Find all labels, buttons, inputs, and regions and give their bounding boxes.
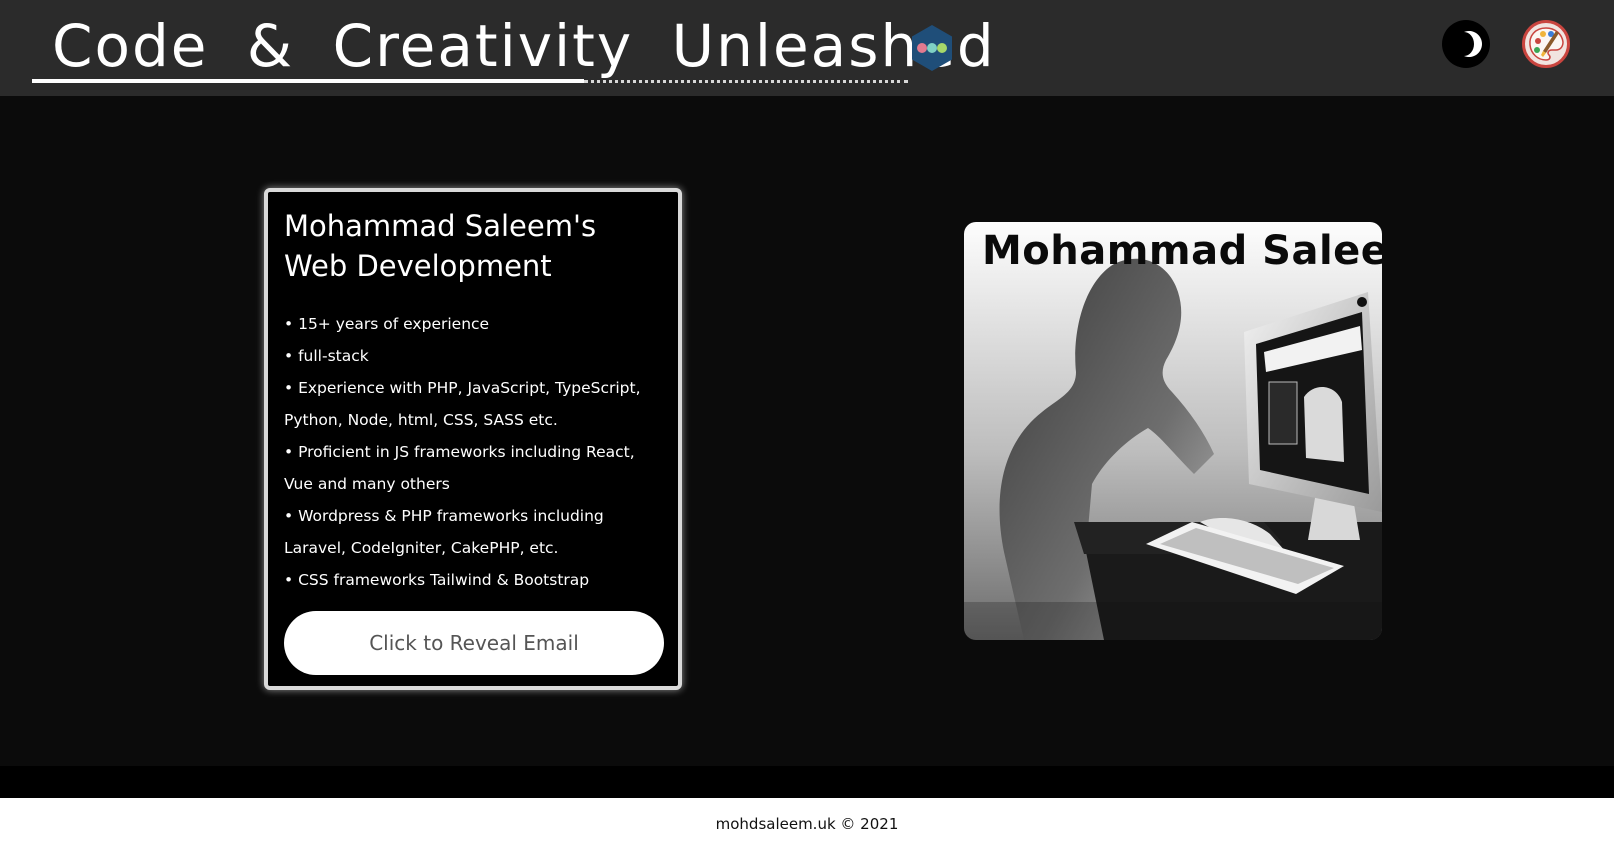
- coder-silhouette-image: [964, 222, 1382, 640]
- footer-divider: [0, 766, 1614, 798]
- list-item: Experience with PHP, JavaScript, TypeScr…: [284, 372, 664, 436]
- list-item: full-stack: [284, 340, 664, 372]
- skills-list: 15+ years of experience full-stack Exper…: [284, 308, 664, 596]
- list-item: CSS frameworks Tailwind & Bootstrap: [284, 564, 664, 596]
- site-title[interactable]: Code & Creativity Unleashed: [52, 10, 996, 82]
- title-underline-dotted: [584, 80, 908, 83]
- title-underline: [32, 79, 584, 83]
- hexagon-dots-icon[interactable]: [908, 24, 956, 72]
- list-item: 15+ years of experience: [284, 308, 664, 340]
- illustration-title: Mohammad Saleem: [982, 228, 1382, 274]
- reveal-email-button[interactable]: Click to Reveal Email: [284, 611, 664, 675]
- profile-illustration: Mohammad Saleem: [964, 222, 1382, 640]
- list-item: Proficient in JS frameworks including Re…: [284, 436, 664, 500]
- palette-button[interactable]: [1522, 20, 1570, 68]
- theme-toggle-button[interactable]: [1442, 20, 1490, 68]
- card-title: Mohammad Saleem's Web Development: [284, 209, 597, 283]
- site-footer: mohdsaleem.uk © 2021: [0, 798, 1614, 854]
- list-item: Wordpress & PHP frameworks including Lar…: [284, 500, 664, 564]
- moon-icon: [1464, 31, 1482, 58]
- site-header: Code & Creativity Unleashed: [0, 0, 1614, 96]
- palette-icon: [1529, 27, 1564, 61]
- copyright-text: mohdsaleem.uk © 2021: [715, 815, 899, 833]
- profile-card: Mohammad Saleem's Web Development 15+ ye…: [264, 188, 682, 690]
